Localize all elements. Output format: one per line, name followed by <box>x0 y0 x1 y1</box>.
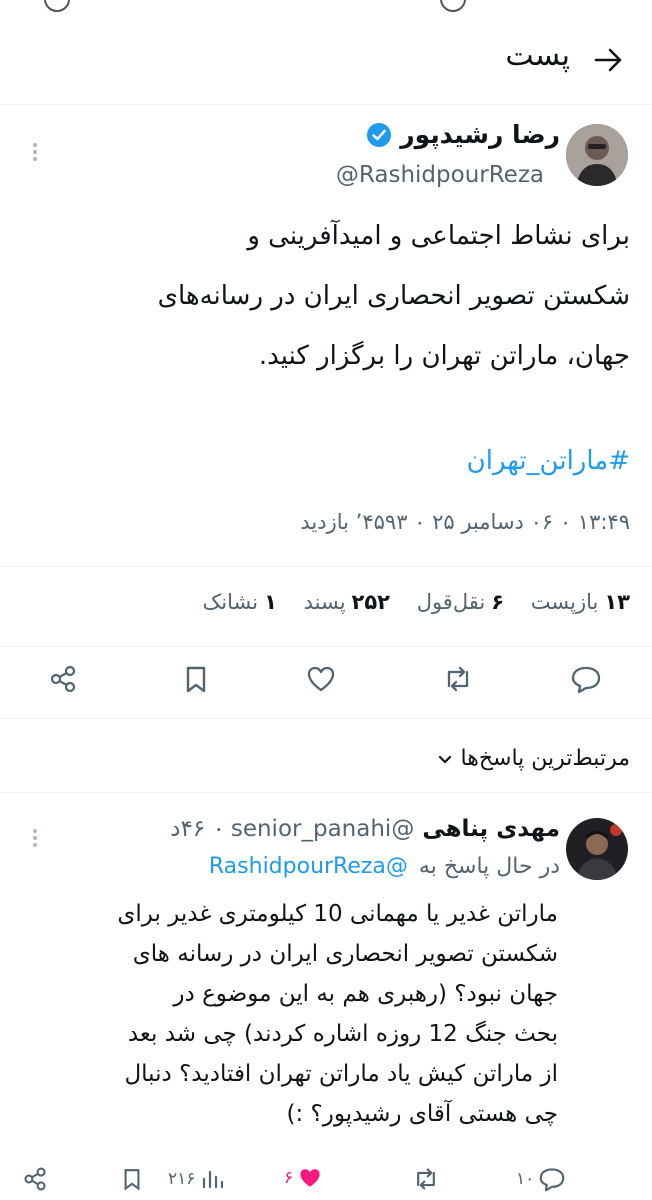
reply-more-options-icon[interactable] <box>30 826 40 850</box>
reply-avatar[interactable] <box>566 818 628 880</box>
likes-label: پسند <box>303 590 346 614</box>
post-timestamp-views: ۱۳:۴۹ ۰ ۰۶ دسامبر ۲۵ ۰ ۴۵۹۳’ بازدید <box>300 510 630 534</box>
divider <box>0 792 652 793</box>
author-name[interactable]: رضا رشیدپور <box>400 120 560 149</box>
reply-views[interactable]: ۲۱۶ <box>168 1168 224 1190</box>
views-count: ۲۱۶ <box>168 1169 196 1189</box>
reply-likes[interactable]: ۶ <box>284 1166 323 1190</box>
reply-text-line: بحث جنگ 12 روزه اشاره کردند) چی شد بعد <box>127 1021 558 1047</box>
share-icon[interactable] <box>48 664 78 694</box>
post-text: برای نشاط اجتماعی و امیدآفرینی و شکستن ت… <box>10 206 630 386</box>
bookmarks-count: ۱ <box>264 590 277 614</box>
reposts-stat[interactable]: ۱۳بازپست <box>531 590 630 614</box>
reply-author-handle[interactable]: @senior_panahi <box>231 816 414 842</box>
page-title: پست <box>505 38 570 73</box>
reply-repost-icon[interactable] <box>412 1166 440 1192</box>
reply-bubble-icon[interactable] <box>570 664 602 694</box>
reply-likes-count: ۶ <box>284 1168 294 1188</box>
divider <box>0 566 652 567</box>
reply-text-line: شکستن تصویر انحصاری ایران در رسانه های <box>132 941 558 967</box>
reposts-label: بازپست <box>530 590 599 614</box>
post-text-line: جهان، ماراتن تهران را برگزار کنید. <box>258 341 630 371</box>
like-heart-icon[interactable] <box>306 664 336 694</box>
reply-actions: ۲۱۶ ۶ ۱۰ <box>0 1156 652 1200</box>
reposts-count: ۱۳ <box>604 590 630 614</box>
header: پست <box>0 0 652 105</box>
quotes-label: نقل‌قول <box>416 590 486 614</box>
reply-text-line: از ماراتن کیش یاد ماراتن تهران افتادید؟ … <box>124 1061 558 1087</box>
bookmarks-label: نشانک <box>202 590 259 614</box>
chevron-down-icon <box>437 751 453 767</box>
post-author: رضا رشیدپور <box>366 120 560 149</box>
repost-icon[interactable] <box>442 664 474 694</box>
likes-count: ۲۵۲ <box>351 590 390 614</box>
post-text-line: برای نشاط اجتماعی و امیدآفرینی و <box>247 221 630 251</box>
author-handle[interactable]: @RashidpourReza <box>336 162 544 188</box>
reply-bookmark-icon[interactable] <box>120 1166 144 1192</box>
verified-badge-icon <box>366 122 392 148</box>
divider <box>0 646 652 647</box>
replying-to-handle[interactable]: @RashidpourReza <box>209 854 408 879</box>
reply-text-line: جهان نبود؟ (رهبری هم به این موضوع در <box>173 981 558 1007</box>
quotes-stat[interactable]: ۶نقل‌قول <box>417 590 504 614</box>
avatar[interactable] <box>566 124 628 186</box>
reply-comments-count: ۱۰ <box>516 1169 535 1189</box>
reply-text-line: ماراتن غدیر یا مهمانی 10 کیلومتری غدیر ب… <box>117 901 558 927</box>
reply-text: ماراتن غدیر یا مهمانی 10 کیلومتری غدیر ب… <box>18 894 558 1134</box>
back-arrow-icon[interactable] <box>592 44 624 76</box>
bookmark-icon[interactable] <box>181 664 211 694</box>
views-chart-icon <box>201 1168 224 1190</box>
reply-author-name[interactable]: مهدی پناهی <box>422 816 560 842</box>
reply-share-icon[interactable] <box>22 1166 48 1192</box>
reply-header: مهدی پناهی @senior_panahi ۰ ۴۶د <box>170 816 560 842</box>
reply-time: ۰ ۴۶د <box>170 816 225 842</box>
replying-label: در حال پاسخ به <box>418 854 560 879</box>
hashtag-link[interactable]: #ماراتن_تهران <box>467 446 630 476</box>
replying-to: در حال پاسخ به @RashidpourReza <box>209 854 560 879</box>
comment-bubble-icon <box>538 1166 566 1192</box>
more-options-icon[interactable] <box>30 140 40 164</box>
divider <box>0 718 652 719</box>
bookmarks-stat[interactable]: ۱نشانک <box>202 590 276 614</box>
sort-replies-dropdown[interactable]: مرتبط‌ترین پاسخ‌ها <box>437 746 630 771</box>
likes-stat[interactable]: ۲۵۲پسند <box>304 590 390 614</box>
sort-label: مرتبط‌ترین پاسخ‌ها <box>460 746 630 771</box>
post-text-line: شکستن تصویر انحصاری ایران در رسانه‌های <box>157 281 630 311</box>
reply-comments[interactable]: ۱۰ <box>516 1166 566 1192</box>
reply-text-line: چی هستی آقای رشیدپور؟ :) <box>286 1101 559 1127</box>
quotes-count: ۶ <box>491 590 505 614</box>
liked-heart-icon <box>297 1166 323 1190</box>
post-stats: ۱۳بازپست ۶نقل‌قول ۲۵۲پسند ۱نشانک <box>202 590 630 614</box>
